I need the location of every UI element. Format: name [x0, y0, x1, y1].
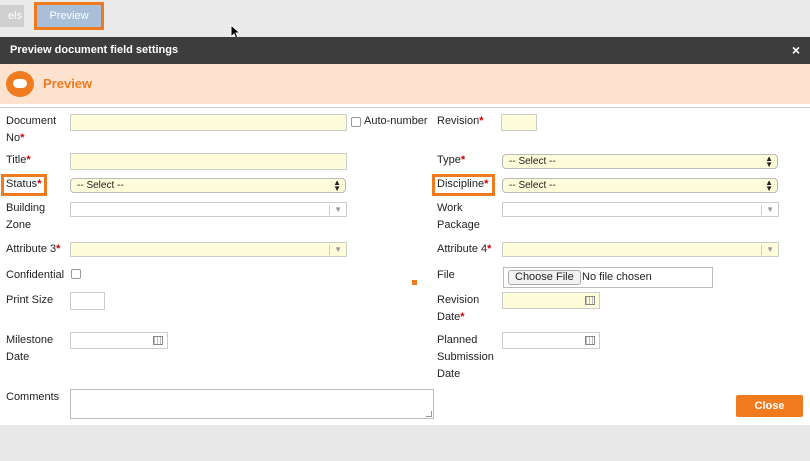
work-package-label: Work Package [437, 202, 480, 231]
calendar-icon[interactable] [585, 296, 595, 305]
top-toolbar: els Preview [0, 0, 810, 40]
status-select[interactable]: -- Select -- ▲ ▼ [70, 178, 346, 193]
revision-input[interactable] [501, 114, 537, 131]
dropdown-arrow-icon: ▼ [334, 205, 342, 214]
document-form: Document No* Auto-number Revision* Title… [0, 107, 810, 425]
document-no-label: Document No* [6, 115, 57, 144]
type-select[interactable]: -- Select -- ▲ ▼ [502, 154, 778, 169]
labels-tab[interactable]: els [0, 5, 24, 27]
work-package-combo[interactable]: ▼ [502, 202, 779, 217]
auto-number-checkbox[interactable] [351, 117, 361, 127]
discipline-select[interactable]: -- Select -- ▲ ▼ [502, 178, 778, 193]
file-status: No file chosen [582, 271, 652, 283]
status-label: Status* [6, 178, 42, 190]
dialog-footer [0, 425, 810, 461]
dropdown-arrow-icon: ▼ [766, 245, 774, 254]
preview-button[interactable]: Preview [34, 2, 104, 30]
discipline-label: Discipline* [437, 178, 489, 190]
title-label: Title* [6, 154, 31, 166]
attribute3-label: Attribute 3* [6, 243, 61, 255]
select-arrows-icon: ▲ ▼ [765, 178, 773, 193]
calendar-icon[interactable] [585, 336, 595, 345]
speech-bubble-icon [6, 71, 34, 97]
attribute3-combo[interactable]: ▼ [70, 242, 347, 257]
revision-date-input[interactable] [502, 292, 600, 309]
file-input[interactable]: Choose File No file chosen [503, 267, 713, 288]
header-title: Preview [43, 76, 93, 91]
building-zone-combo[interactable]: ▼ [70, 202, 347, 217]
dropdown-arrow-icon: ▼ [766, 205, 774, 214]
revision-date-label: Revision Date* [437, 294, 480, 323]
calendar-icon[interactable] [153, 336, 163, 345]
auto-number-label: Auto-number [364, 115, 428, 127]
milestone-date-input[interactable] [70, 332, 168, 349]
dialog-title: Preview document field settings [10, 44, 179, 56]
attribute4-combo[interactable]: ▼ [502, 242, 779, 257]
type-label: Type* [437, 154, 466, 166]
preview-dialog: Preview document field settings × Previe… [0, 37, 810, 461]
dropdown-arrow-icon: ▼ [334, 245, 342, 254]
select-arrows-icon: ▲ ▼ [765, 154, 773, 169]
marker-dot [412, 280, 417, 285]
milestone-date-label: Milestone Date [6, 334, 54, 363]
planned-submission-date-input[interactable] [502, 332, 600, 349]
title-input[interactable] [70, 153, 347, 170]
close-icon[interactable]: × [792, 37, 800, 64]
file-label: File [437, 269, 455, 281]
confidential-checkbox[interactable] [71, 269, 81, 279]
comments-label: Comments [6, 391, 60, 403]
print-size-label: Print Size [6, 294, 54, 306]
dialog-header: Preview [0, 64, 810, 104]
confidential-label: Confidential [6, 269, 65, 281]
attribute4-label: Attribute 4* [437, 243, 492, 255]
planned-submission-date-label: Planned Submission Date [437, 334, 494, 380]
close-button[interactable]: Close [736, 395, 803, 417]
resize-grip-icon[interactable] [426, 411, 432, 417]
print-size-input[interactable] [70, 292, 105, 310]
comments-textarea[interactable] [70, 389, 434, 419]
document-no-input[interactable] [70, 114, 347, 131]
revision-label: Revision* [437, 115, 484, 127]
select-arrows-icon: ▲ ▼ [333, 178, 341, 193]
building-zone-label: Building Zone [6, 202, 46, 231]
choose-file-button[interactable]: Choose File [508, 270, 581, 285]
dialog-titlebar: Preview document field settings × [0, 37, 810, 64]
